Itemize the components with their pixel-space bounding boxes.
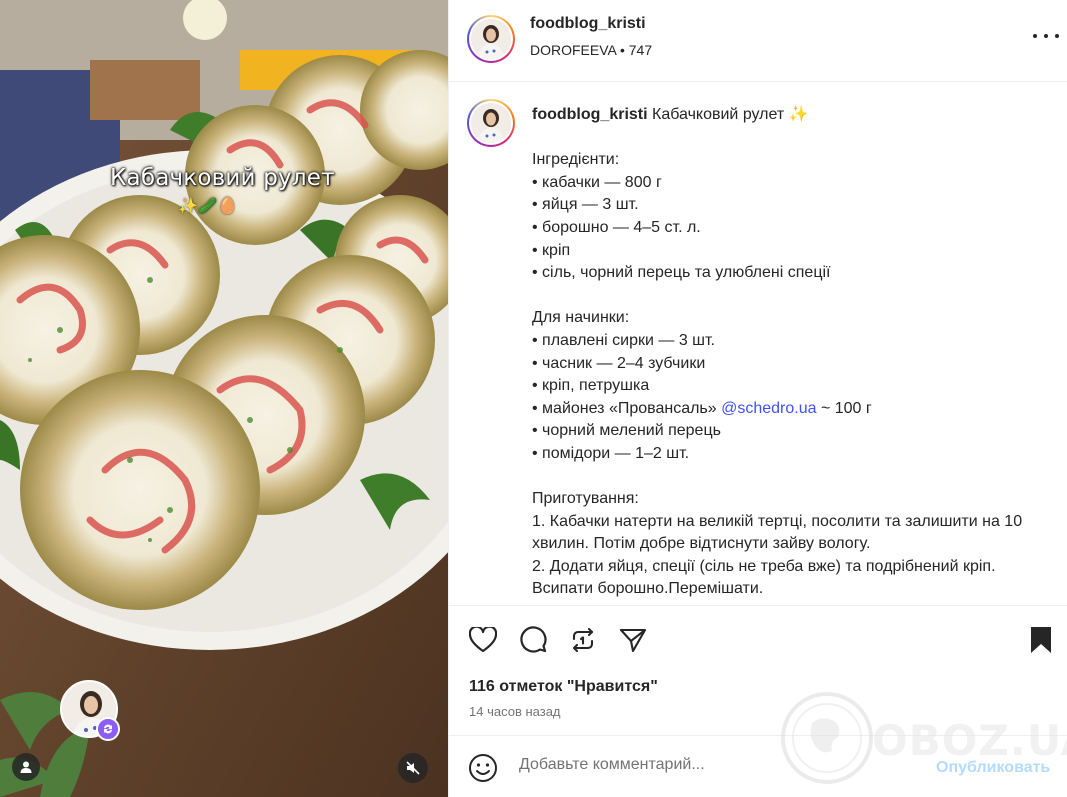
- more-horizontal-icon[interactable]: [1033, 26, 1059, 46]
- caption-line: 1. Кабачки натерти на великій тертці, по…: [532, 512, 1023, 553]
- caption-line: • помідори — 1–2 шт.: [532, 444, 690, 462]
- food-photo: [0, 0, 448, 797]
- reel-overlay-title: Кабачковий рулет: [110, 165, 335, 191]
- publish-button[interactable]: Опубликовать: [936, 759, 1050, 777]
- send-icon[interactable]: [617, 624, 649, 656]
- caption-line: • борошно — 4–5 ст. л.: [532, 218, 701, 236]
- mention-link[interactable]: @schedro.ua: [721, 400, 816, 417]
- comment-input[interactable]: [519, 756, 899, 774]
- caption-line: • часник — 2–4 зубчики: [532, 354, 706, 372]
- bookmark-icon[interactable]: [1025, 624, 1057, 656]
- caption-text-fragment: • майонез «Провансаль»: [532, 399, 722, 417]
- post-sidebar: foodblog_kristi DOROFEEVA • 747 foodblog…: [448, 0, 1067, 797]
- caption-line: • плавлені сирки — 3 шт.: [532, 331, 715, 349]
- author-username[interactable]: foodblog_kristi: [530, 15, 646, 33]
- author-avatar[interactable]: [467, 15, 515, 63]
- caption-line: • яйця — 3 шт.: [532, 196, 639, 214]
- user-tag-button[interactable]: [12, 753, 40, 781]
- caption-line: • сіль, чорний перець та улюблені спеції: [532, 264, 831, 282]
- caption-username[interactable]: foodblog_kristi: [532, 106, 648, 123]
- caption-line: • кабачки — 800 г: [532, 173, 662, 191]
- person-photo: [471, 103, 511, 143]
- caption-lines: • чорний мелений перець • помідори — 1–2 …: [532, 420, 1042, 605]
- post-timestamp[interactable]: 14 часов назад: [469, 704, 561, 719]
- remix-icon[interactable]: [96, 717, 120, 741]
- comment-bar: Опубликовать: [449, 735, 1067, 797]
- caption-author-avatar[interactable]: [467, 99, 515, 147]
- speaker-muted-icon: [406, 761, 420, 775]
- caption-title-line: foodblog_kristi Кабачковий рулет ✨: [532, 104, 1042, 127]
- caption-scroll-area[interactable]: foodblog_kristi Кабачковий рулет ✨ Інгре…: [449, 83, 1067, 605]
- smiley-icon[interactable]: [467, 752, 499, 784]
- reel-media[interactable]: Кабачковий рулет ✨🥒🥚: [0, 0, 448, 797]
- likes-count[interactable]: 116 отметок "Нравится": [469, 678, 658, 696]
- caption-line: • кріп, петрушка: [532, 377, 650, 395]
- mute-button[interactable]: [398, 753, 428, 783]
- caption-text: foodblog_kristi Кабачковий рулет ✨ Інгре…: [532, 104, 1042, 605]
- caption-line: 2. Додати яйця, спеції (сіль не треба вж…: [532, 557, 996, 598]
- person-photo: [471, 19, 511, 59]
- audio-attribution[interactable]: DOROFEEVA • 747: [530, 42, 652, 58]
- caption-lines: Інгредієнти: • кабачки — 800 г • яйця — 3 …: [532, 149, 1042, 398]
- post-actions: 116 отметок "Нравится" 14 часов назад: [449, 605, 1067, 735]
- caption-line: • чорний мелений перець: [532, 422, 721, 440]
- caption-line: • кріп: [532, 241, 571, 259]
- caption-line-mayo: • майонез «Провансаль» @schedro.ua ~ 100…: [532, 398, 1042, 421]
- heart-icon[interactable]: [467, 624, 499, 656]
- caption-title: Кабачковий рулет ✨: [652, 106, 809, 123]
- caption-line: Для начинки:: [532, 309, 630, 327]
- comment-icon[interactable]: [517, 624, 549, 656]
- repost-icon[interactable]: [567, 624, 599, 656]
- post-header: foodblog_kristi DOROFEEVA • 747: [449, 0, 1067, 82]
- caption-text-fragment: ~ 100 г: [816, 399, 872, 417]
- caption-line: Інгредієнти:: [532, 151, 620, 169]
- person-icon: [20, 761, 32, 773]
- caption-line: Приготування:: [532, 490, 639, 508]
- reel-overlay-emoji: ✨🥒🥚: [178, 198, 238, 215]
